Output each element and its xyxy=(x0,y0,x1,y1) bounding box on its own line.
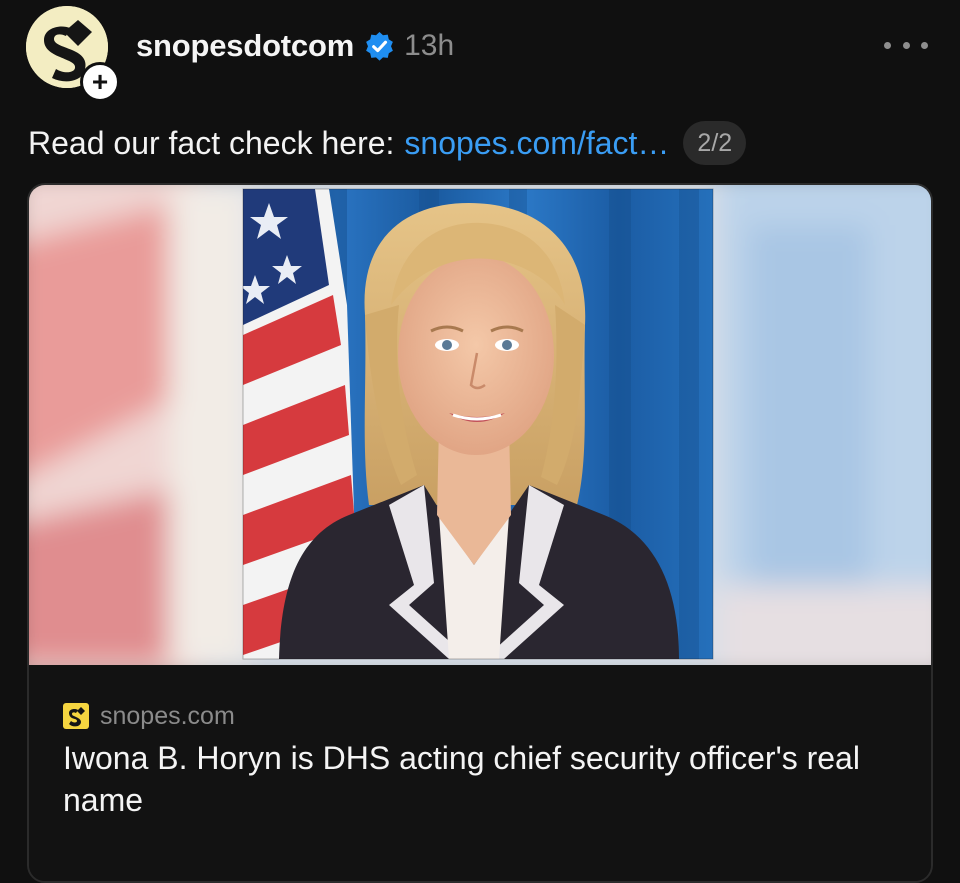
portrait-photo xyxy=(240,189,713,659)
card-source: snopes.com xyxy=(63,701,235,731)
card-title[interactable]: Iwona B. Horyn is DHS acting chief secur… xyxy=(63,737,913,821)
thread-counter-badge: 2/2 xyxy=(683,121,747,165)
post: + snopesdotcom 13h Read our fact check h… xyxy=(0,0,960,883)
dot-icon xyxy=(902,41,910,49)
avatar-container[interactable]: + xyxy=(26,6,120,102)
dot-icon xyxy=(884,41,891,49)
plus-icon: + xyxy=(91,66,109,97)
snopes-favicon-icon xyxy=(63,703,89,729)
preview-photo xyxy=(29,185,931,665)
username-link[interactable]: snopesdotcom xyxy=(136,28,354,64)
follow-plus-button[interactable]: + xyxy=(80,62,120,102)
fact-check-link[interactable]: snopes.com/fact… xyxy=(404,125,669,162)
card-source-domain: snopes.com xyxy=(100,701,235,730)
post-text-prefix: Read our fact check here: xyxy=(28,124,395,161)
card-preview-image[interactable] xyxy=(29,185,931,665)
more-options-button[interactable] xyxy=(884,30,928,60)
dot-icon xyxy=(921,41,928,49)
card-meta[interactable]: snopes.com Iwona B. Horyn is DHS acting … xyxy=(29,665,931,881)
link-preview-card[interactable]: snopes.com Iwona B. Horyn is DHS acting … xyxy=(27,183,933,883)
post-header: snopesdotcom 13h xyxy=(136,22,454,70)
verified-badge-icon xyxy=(366,31,393,61)
post-timestamp: 13h xyxy=(404,29,455,62)
post-text: Read our fact check here: snopes.com/fac… xyxy=(28,120,747,166)
